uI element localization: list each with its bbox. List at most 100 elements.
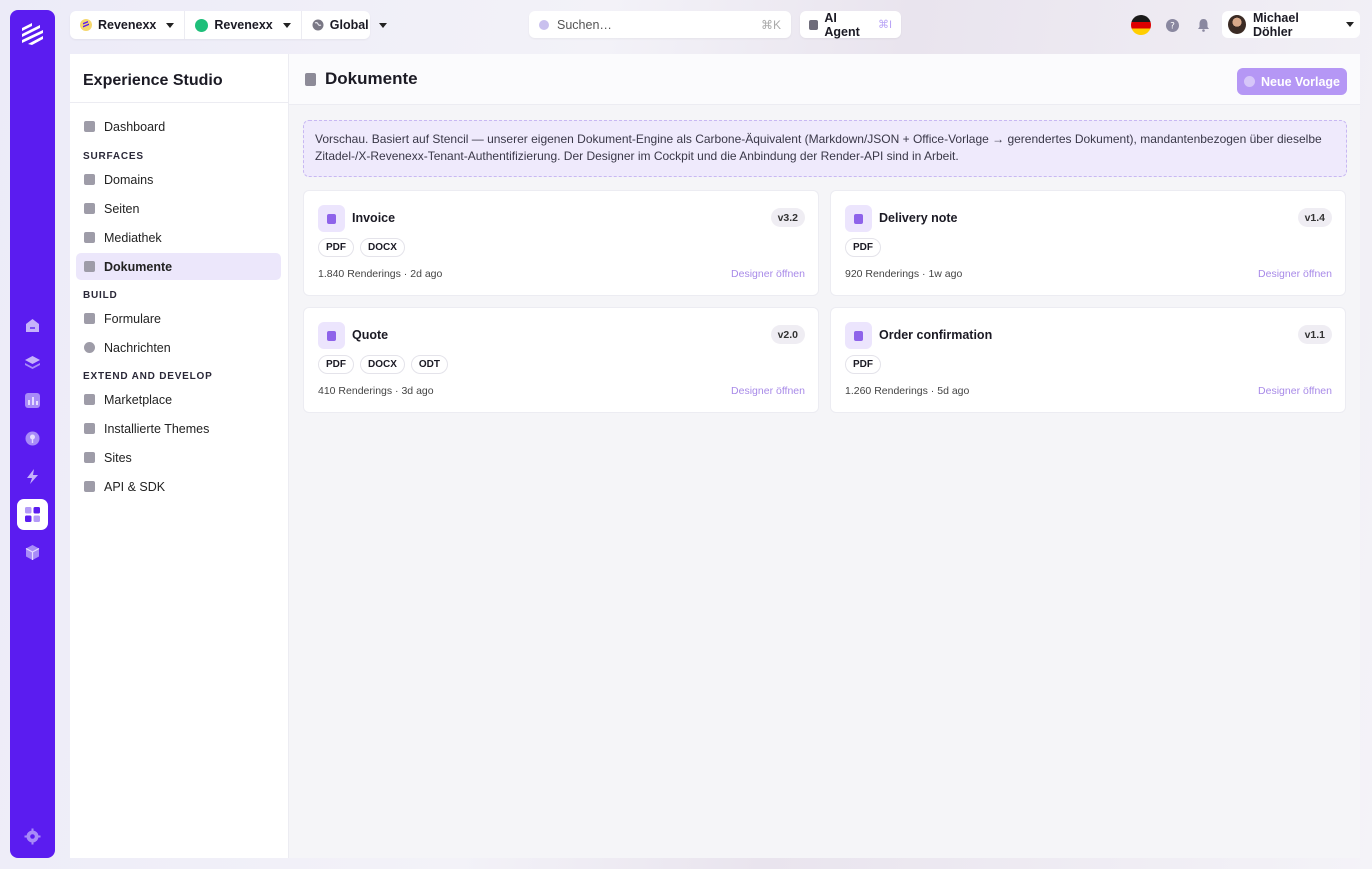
sidebar-item-mediathek[interactable]: Mediathek — [76, 224, 281, 251]
open-designer-link[interactable]: Designer öffnen — [1258, 268, 1332, 280]
chevron-down-icon — [1346, 22, 1354, 27]
search-input[interactable]: Suchen… ⌘K — [529, 11, 791, 38]
gear-icon[interactable] — [17, 821, 48, 852]
sidebar-item-sites[interactable]: Sites — [76, 444, 281, 471]
tenant-selector[interactable]: Revenexx — [184, 11, 300, 39]
new-template-button[interactable]: Neue Vorlage — [1237, 68, 1347, 95]
template-card[interactable]: Invoice v3.2 PDF DOCX 1.840 Renderings ·… — [303, 190, 819, 296]
org-selector[interactable]: Revenexx — [70, 11, 184, 39]
ai-agent-label: AI Agent — [824, 10, 860, 39]
format-tag: PDF — [318, 355, 354, 374]
page-title: Dokumente — [325, 69, 418, 88]
sidebar-item-api-sdk[interactable]: API & SDK — [76, 473, 281, 500]
region-label: Global — [329, 18, 369, 32]
page-header: Dokumente — [289, 54, 1360, 105]
template-card[interactable]: Order confirmation v1.1 PDF 1.260 Render… — [830, 307, 1346, 413]
sidebar: Experience Studio Dashboard SURFACES Dom… — [70, 54, 289, 858]
svg-text:?: ? — [1170, 21, 1175, 31]
marketplace-icon — [84, 394, 95, 405]
sidebar-item-label: Mediathek — [104, 230, 162, 245]
template-name: Order confirmation — [879, 328, 993, 342]
globe-icon — [312, 19, 324, 31]
main-content: Dokumente Neue Vorlage Vorschau. Basiert… — [289, 54, 1360, 858]
sidebar-title: Experience Studio — [70, 54, 288, 103]
dashboard-icon — [84, 121, 95, 132]
home-icon[interactable] — [17, 310, 48, 341]
cube-icon[interactable] — [17, 537, 48, 568]
chevron-down-icon — [282, 22, 291, 28]
context-switcher: Revenexx Revenexx Global — [70, 11, 387, 39]
sidebar-item-dashboard[interactable]: Dashboard — [76, 113, 281, 140]
bolt-icon[interactable] — [17, 461, 48, 492]
domains-icon — [84, 174, 95, 185]
sidebar-item-themes[interactable]: Installierte Themes — [76, 415, 281, 442]
sidebar-item-marketplace[interactable]: Marketplace — [76, 386, 281, 413]
sidebar-item-dokumente[interactable]: Dokumente — [76, 253, 281, 280]
sidebar-item-seiten[interactable]: Seiten — [76, 195, 281, 222]
document-icon — [84, 261, 95, 272]
robot-icon — [809, 19, 819, 30]
bell-icon[interactable] — [1197, 15, 1210, 35]
brand-logo-icon[interactable] — [19, 20, 46, 47]
grid-icon[interactable] — [17, 499, 48, 530]
section-extend: EXTEND AND DEVELOP — [83, 371, 213, 382]
format-tag: PDF — [845, 355, 881, 374]
avatar — [1228, 15, 1246, 34]
layers-icon[interactable] — [17, 347, 48, 378]
preview-notice: Vorschau. Basiert auf Stencil — unserer … — [303, 120, 1347, 177]
sidebar-item-label: Sites — [104, 450, 132, 465]
section-surfaces: SURFACES — [83, 151, 144, 162]
chart-icon[interactable] — [17, 385, 48, 416]
open-designer-link[interactable]: Designer öffnen — [731, 385, 805, 397]
document-icon — [305, 72, 316, 86]
media-icon — [84, 232, 95, 243]
search-placeholder: Suchen… — [557, 17, 612, 32]
template-card[interactable]: Delivery note v1.4 PDF 920 Renderings · … — [830, 190, 1346, 296]
pin-icon[interactable] — [17, 423, 48, 454]
user-menu[interactable]: Michael Döhler — [1222, 10, 1360, 39]
chevron-down-icon — [378, 22, 387, 28]
language-flag-icon[interactable] — [1131, 15, 1151, 35]
ai-agent-button[interactable]: AI Agent ⌘I — [800, 10, 901, 39]
format-tags: PDF — [845, 355, 881, 374]
sidebar-item-domains[interactable]: Domains — [76, 166, 281, 193]
plus-icon — [1244, 76, 1256, 87]
sidebar-item-label: Seiten — [104, 201, 140, 216]
document-icon — [845, 205, 872, 232]
section-build: BUILD — [83, 290, 118, 301]
sidebar-item-label: Domains — [104, 172, 154, 187]
open-designer-link[interactable]: Designer öffnen — [1258, 385, 1332, 397]
sidebar-item-formulare[interactable]: Formulare — [76, 305, 281, 332]
version-badge: v2.0 — [770, 325, 805, 344]
template-card[interactable]: Quote v2.0 PDF DOCX ODT 410 Renderings ·… — [303, 307, 819, 413]
ai-agent-shortcut: ⌘I — [877, 19, 892, 31]
template-name: Invoice — [352, 211, 396, 225]
format-tags: PDF — [845, 238, 881, 257]
sidebar-item-nachrichten[interactable]: Nachrichten — [76, 334, 281, 361]
chevron-down-icon — [166, 22, 175, 28]
version-badge: v1.1 — [1297, 325, 1332, 344]
template-name: Quote — [352, 328, 389, 342]
region-selector[interactable]: Global — [300, 11, 397, 39]
template-meta: 1.840 Renderings · 2d ago — [318, 268, 443, 280]
template-meta: 1.260 Renderings · 5d ago — [845, 385, 970, 397]
format-tag: DOCX — [360, 355, 405, 374]
sidebar-item-label: Marketplace — [104, 392, 173, 407]
template-meta: 410 Renderings · 3d ago — [318, 385, 434, 397]
sidebar-item-label: Dokumente — [104, 259, 173, 274]
user-name: Michael Döhler — [1252, 10, 1299, 39]
open-designer-link[interactable]: Designer öffnen — [731, 268, 805, 280]
document-icon — [318, 322, 345, 349]
help-icon[interactable]: ? — [1166, 15, 1179, 35]
theme-icon — [84, 423, 95, 434]
app-rail — [10, 10, 55, 858]
message-icon — [84, 342, 95, 353]
template-name: Delivery note — [879, 211, 958, 225]
search-icon — [539, 19, 549, 30]
document-icon — [845, 322, 872, 349]
form-icon — [84, 313, 95, 324]
sidebar-item-label: Nachrichten — [104, 340, 171, 355]
format-tags: PDF DOCX ODT — [318, 355, 449, 374]
sidebar-item-label: Formulare — [104, 311, 161, 326]
sidebar-item-label: API & SDK — [104, 479, 166, 494]
